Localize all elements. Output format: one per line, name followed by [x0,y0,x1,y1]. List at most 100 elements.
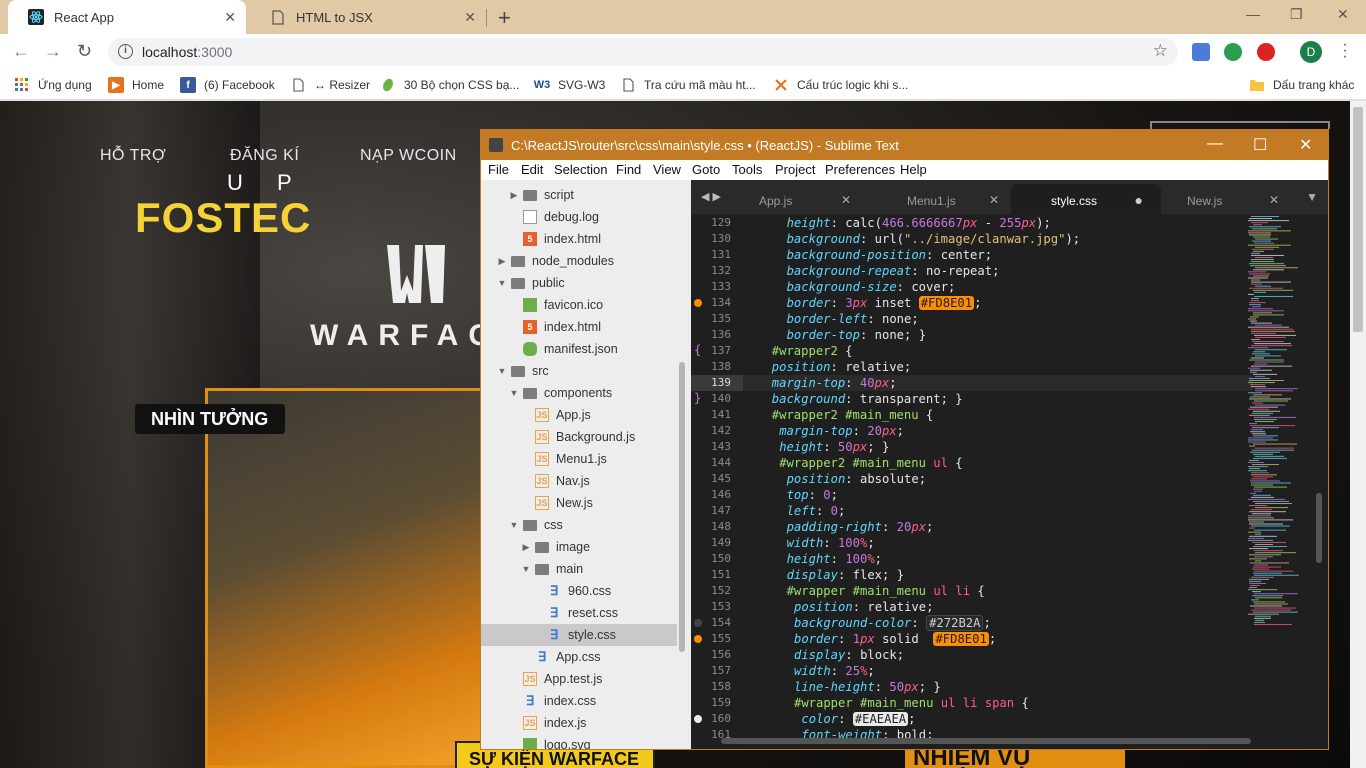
tree-item-favicon-ico[interactable]: favicon.ico [481,294,677,316]
close-window-icon[interactable]: ✕ [1299,135,1312,155]
editor-tab-app-js[interactable]: App.js ✕ [719,184,869,214]
editor-tab-style-css[interactable]: style.css ● [1011,184,1161,214]
tab-dropdown-icon[interactable]: ▼ [1306,190,1318,204]
minimize-icon[interactable]: — [1207,135,1223,153]
close-tab-icon[interactable]: ✕ [224,9,236,26]
code-line[interactable]: color: #EAEAEA; [743,711,915,727]
close-tab-icon[interactable]: ✕ [989,193,999,207]
code-line[interactable]: display: flex; } [743,567,904,583]
profile-avatar[interactable]: D [1300,41,1322,63]
tree-item-app-test-js[interactable]: JS App.test.js [481,668,677,690]
code-line[interactable]: background-repeat: no-repeat; [743,263,1000,279]
code-line[interactable]: padding-right: 20px; [743,519,934,535]
tree-item-main[interactable]: ▼ main [481,558,677,580]
maximize-icon[interactable]: ☐ [1253,135,1267,155]
code-line[interactable]: line-height: 50px; } [743,679,941,695]
extension-globe-icon[interactable] [1224,43,1242,61]
code-line[interactable]: left: 0; [743,503,846,519]
new-tab-button[interactable]: + [498,5,511,31]
menu-project[interactable]: Project [775,162,815,177]
menu-tools[interactable]: Tools [732,162,762,177]
nav-link-register[interactable]: ĐĂNG KÍ [230,147,299,165]
code-line[interactable]: width: 25%; [743,663,875,679]
bookmark-color-lookup[interactable]: Tra cứu mã màu ht... [620,76,756,94]
tree-item-index-css[interactable]: ∃ index.css [481,690,677,712]
menu-preferences[interactable]: Preferences [825,162,895,177]
tree-item-new-js[interactable]: JS New.js [481,492,677,514]
collapsed-arrow-icon[interactable]: ▶ [497,256,507,267]
editor-tab-new-js[interactable]: New.js ✕ [1147,184,1297,214]
tree-item-background-js[interactable]: JS Background.js [481,426,677,448]
tab-nav-arrows-icon[interactable]: ◀ ▶ [701,190,721,203]
page-scrollbar[interactable] [1350,101,1366,768]
site-info-icon[interactable]: i [118,44,133,59]
code-line[interactable]: background-position: center; [743,247,992,263]
tree-item-reset-css[interactable]: ∃ reset.css [481,602,677,624]
code-line[interactable]: #wrapper2 { [743,343,853,359]
code-editor[interactable]: 129 130 131 132 133 134 135 136 137{138 139 140} 14… [691,214,1328,749]
close-tab-icon[interactable]: ✕ [464,9,476,26]
bookmark-logic-structure[interactable]: Cấu trúc logic khi s... [773,76,908,94]
tree-item-nav-js[interactable]: JS Nav.js [481,470,677,492]
bookmark-other[interactable]: Dấu trang khác [1249,76,1354,94]
tree-item-node-modules[interactable]: ▶ node_modules [481,250,677,272]
unsaved-dot-icon[interactable]: ● [1135,192,1143,208]
menu-file[interactable]: File [488,162,509,177]
code-line[interactable]: #wrapper2 #main_menu ul { [743,455,962,471]
nav-link-support[interactable]: HỖ TRỢ [100,147,166,165]
code-line[interactable]: background: transparent; } [743,391,963,407]
back-icon[interactable]: ← [12,41,30,62]
editor-horizontal-scrollbar[interactable] [721,738,1251,744]
code-line[interactable]: background-size: cover; [743,279,956,295]
menu-edit[interactable]: Edit [521,162,543,177]
bookmark-svg-w3[interactable]: W3 SVG-W3 [534,76,606,94]
sidebar-scrollbar-thumb[interactable] [679,362,685,652]
tree-item-960-css[interactable]: ∃ 960.css [481,580,677,602]
expanded-arrow-icon[interactable]: ▼ [497,278,507,288]
expanded-arrow-icon[interactable]: ▼ [521,564,531,574]
tree-item-index-html[interactable]: 5 index.html [481,228,677,250]
close-window-icon[interactable]: ✕ [1337,6,1349,23]
code-line[interactable]: border-left: none; [743,311,919,327]
maximize-icon[interactable]: ❐ [1290,6,1303,23]
tree-item-debug-log[interactable]: debug.log [481,206,677,228]
code-line[interactable]: position: relative; [743,359,911,375]
browser-tab-html-to-jsx[interactable]: HTML to JSX ✕ [250,0,487,34]
banner-button[interactable]: NHÌN TƯỞNG [135,404,285,434]
expanded-arrow-icon[interactable]: ▼ [497,366,507,376]
code-line[interactable]: position: absolute; [743,471,926,487]
bookmark-css-selectors[interactable]: 30 Bộ chọn CSS bạ... [380,76,519,94]
browser-tab-react-app[interactable]: React App ✕ [8,0,246,34]
code-line[interactable]: background: url("../image/clanwar.jpg"); [743,231,1081,247]
menu-help[interactable]: Help [900,162,927,177]
menu-view[interactable]: View [653,162,681,177]
tree-item-menu1-js[interactable]: JS Menu1.js [481,448,677,470]
collapsed-arrow-icon[interactable]: ▶ [509,190,519,201]
minimize-icon[interactable]: — [1246,6,1260,22]
tree-item-script[interactable]: ▶ script [481,184,677,206]
tree-item-src[interactable]: ▼ src [481,360,677,382]
address-bar[interactable]: i localhost:3000 ☆ [108,38,1178,66]
code-line[interactable]: width: 100%; [743,535,875,551]
code-line[interactable]: border-top: none; } [743,327,926,343]
code-line[interactable]: top: 0; [743,487,838,503]
menu-selection[interactable]: Selection [554,162,607,177]
editor-tab-menu1-js[interactable]: Menu1.js ✕ [867,184,1017,214]
expanded-arrow-icon[interactable]: ▼ [509,520,519,530]
close-tab-icon[interactable]: ✕ [1269,193,1279,207]
forward-icon[interactable]: → [44,41,62,62]
code-line[interactable]: border: 1px solid #FD8E01; [743,631,996,647]
bookmark-facebook[interactable]: f (6) Facebook [180,76,275,94]
code-line[interactable]: height: 100%; [743,551,882,567]
tree-item-image[interactable]: ▶ image [481,536,677,558]
editor-scrollbar-thumb[interactable] [1316,493,1322,563]
collapsed-arrow-icon[interactable]: ▶ [521,542,531,553]
tree-item-public[interactable]: ▼ public [481,272,677,294]
minimap[interactable] [1246,214,1316,634]
reload-icon[interactable]: ↻ [77,41,92,62]
code-lines[interactable]: height: calc(466.6666667px - 255px); back… [743,214,1253,742]
close-tab-icon[interactable]: ✕ [841,193,851,207]
editor-vertical-scrollbar[interactable] [1316,218,1322,734]
code-line[interactable]: background-color: #272B2A; [743,615,991,631]
code-line[interactable]: height: 50px; } [743,439,889,455]
